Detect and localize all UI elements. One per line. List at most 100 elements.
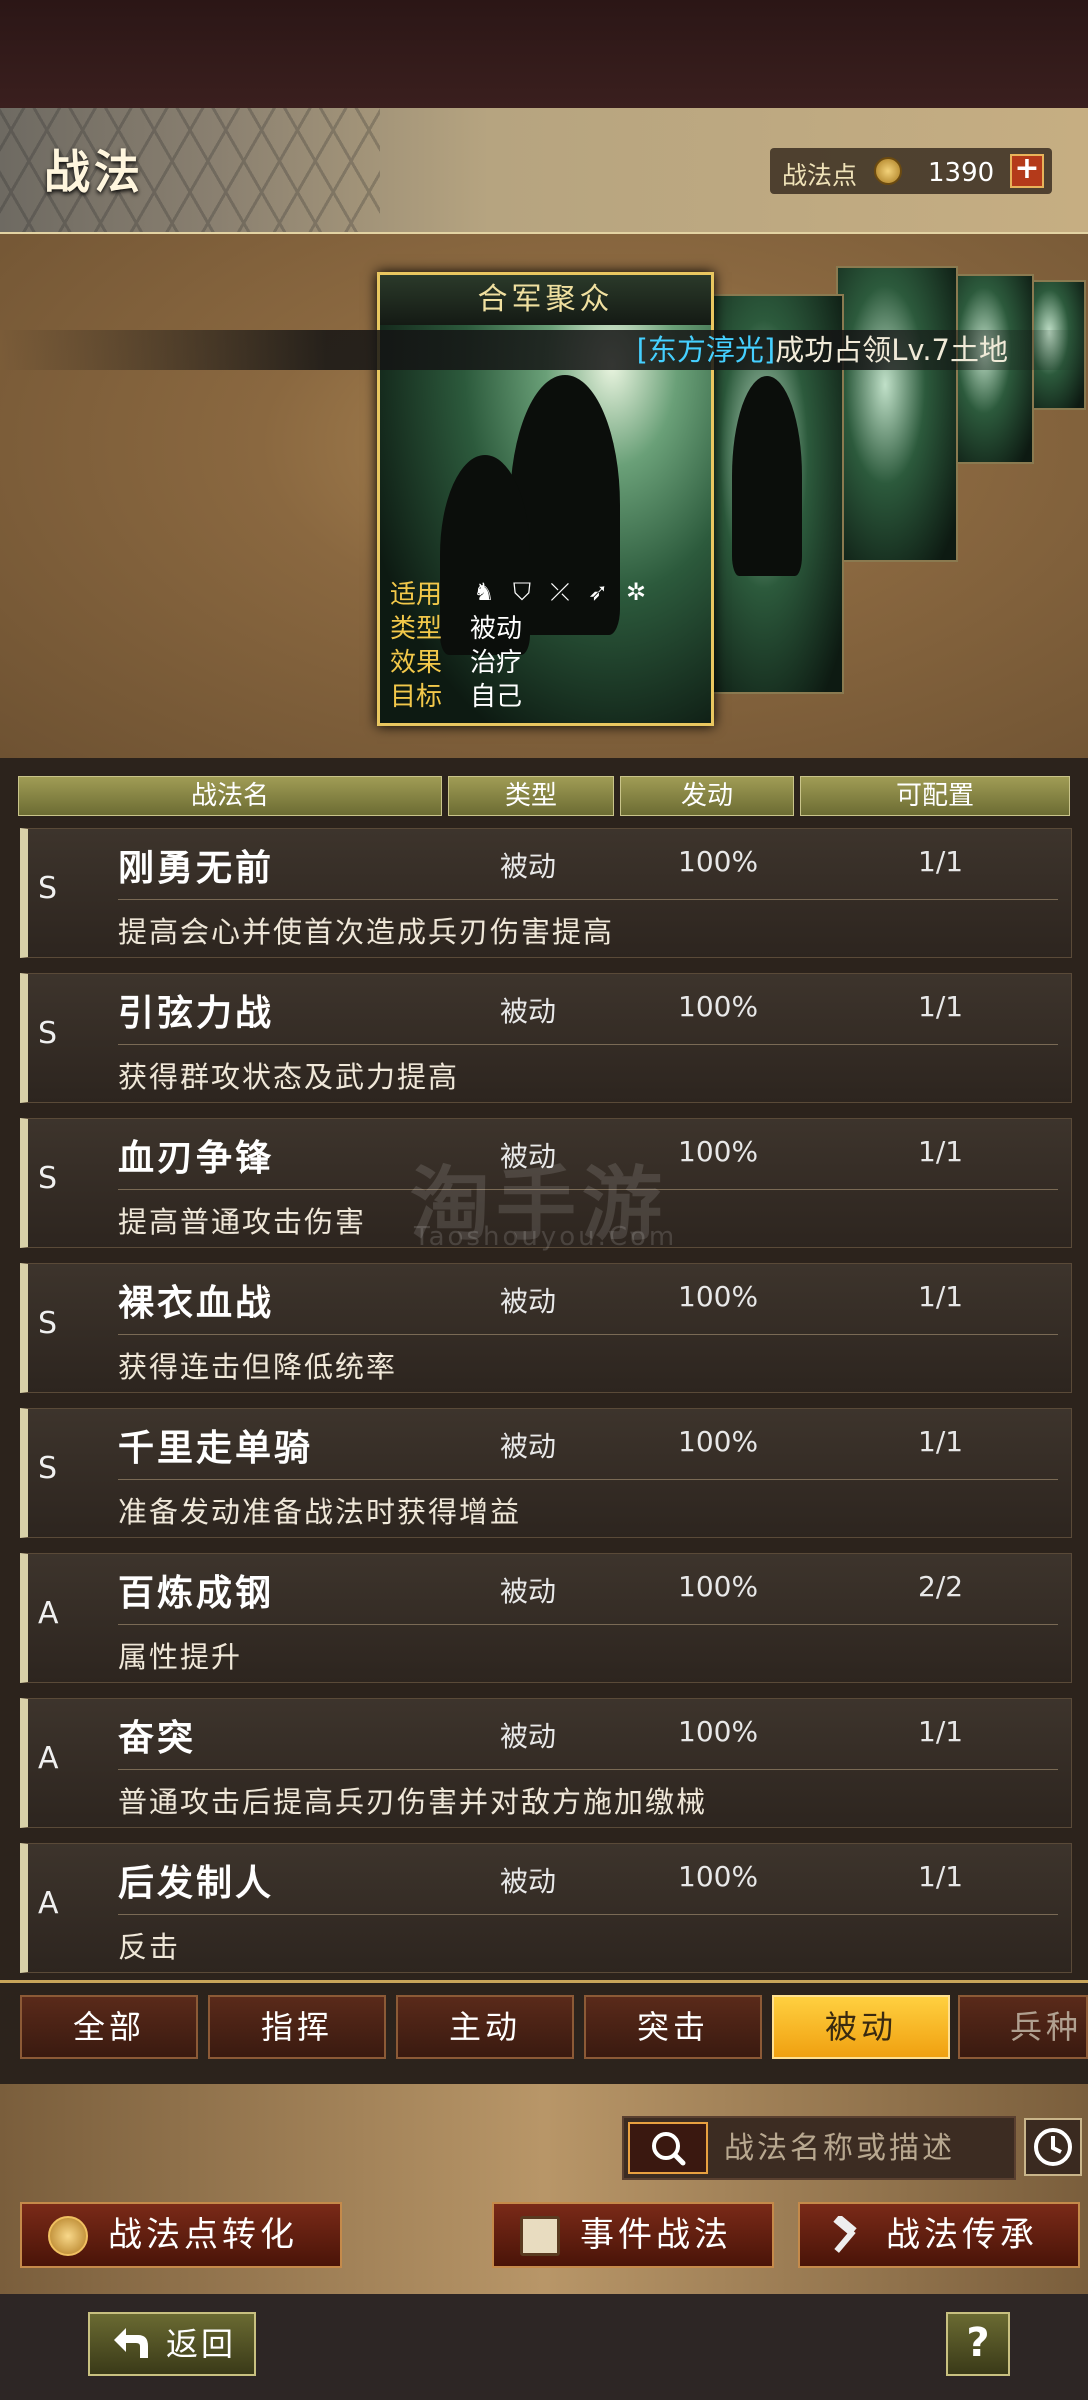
info-row-effect: 效果 治疗 [390, 643, 650, 678]
skill-desc: 提高普通攻击伤害 [118, 1205, 367, 1239]
search-bar [622, 2116, 1016, 2180]
row-divider [118, 1769, 1058, 1770]
skill-rank: A [38, 1596, 59, 1631]
inherit-skill-button[interactable]: 战法传承 [798, 2202, 1080, 2268]
skill-rate: 100% [678, 1280, 759, 1313]
tab-assault[interactable]: 突击 [584, 1995, 762, 2059]
scroll-icon [520, 2216, 560, 2256]
search-button[interactable] [628, 2122, 708, 2174]
skill-row[interactable]: S 千里走单骑 被动 100% 1/1 准备发动准备战法时获得增益 [20, 1408, 1072, 1538]
event-skill-button[interactable]: 事件战法 [492, 2202, 774, 2268]
skill-name: 千里走单骑 [118, 1428, 314, 1469]
tab-active[interactable]: 主动 [396, 1995, 574, 2059]
skill-desc: 反击 [118, 1930, 181, 1964]
skill-rate: 100% [678, 990, 759, 1023]
skill-rank: A [38, 1741, 59, 1776]
skill-row[interactable]: A 奋突 被动 100% 1/1 普通攻击后提高兵刃伤害并对敌方施加缴械 [20, 1698, 1072, 1828]
inherit-skill-label: 战法传承 [886, 2215, 1038, 2255]
skill-type: 被动 [500, 1865, 557, 1898]
banner-text: 成功占领Lv.7土地 [775, 333, 1008, 367]
skill-row[interactable]: S 刚勇无前 被动 100% 1/1 提高会心并使首次造成兵刃伤害提高 [20, 828, 1072, 958]
tab-passive[interactable]: 被动 [772, 1995, 950, 2059]
watermark-url: Taoshouyou.Com [414, 1222, 678, 1252]
info-row-type: 类型 被动 [390, 609, 650, 644]
bottom-controls: 战法点转化 事件战法 战法传承 [0, 2084, 1088, 2294]
info-key: 目标 [390, 681, 443, 712]
column-header-name[interactable]: 战法名 [18, 776, 442, 816]
column-header-rate[interactable]: 发动 [620, 776, 794, 816]
convert-points-button[interactable]: 战法点转化 [20, 2202, 342, 2268]
info-key: 适用 [390, 579, 443, 610]
clock-icon [1034, 2128, 1072, 2166]
skill-type: 被动 [500, 1285, 557, 1318]
column-header-type[interactable]: 类型 [448, 776, 614, 816]
card-info: 适用 ♞ ⛉ ⤫ ➶ ✲ 类型 被动 效果 治疗 目标 自己 [390, 575, 650, 712]
skill-name: 后发制人 [118, 1863, 275, 1904]
skill-count: 1/1 [918, 845, 964, 878]
skill-count: 1/1 [918, 1135, 964, 1168]
row-divider [118, 1044, 1058, 1045]
row-divider [118, 1914, 1058, 1915]
skill-type: 被动 [500, 995, 557, 1028]
header-bar: 战法 战法点 1390 + [0, 108, 1088, 234]
skill-rate: 100% [678, 1135, 759, 1168]
column-header-count[interactable]: 可配置 [800, 776, 1070, 816]
info-key: 效果 [390, 647, 443, 678]
skill-desc: 获得群攻状态及武力提高 [118, 1060, 460, 1094]
skill-name: 引弦力战 [118, 993, 275, 1034]
points-label: 战法点 [782, 161, 858, 190]
skill-rank: S [38, 871, 58, 906]
row-divider [118, 1479, 1058, 1480]
shield-icon: ⛉ [513, 578, 531, 606]
skill-rank: S [38, 1161, 58, 1196]
info-value: 自己 [470, 681, 523, 712]
cavalry-icon: ♞ [473, 578, 495, 606]
skill-rate: 100% [678, 1860, 759, 1893]
skill-count: 2/2 [918, 1570, 964, 1603]
row-divider [118, 1334, 1058, 1335]
info-value: 被动 [470, 613, 523, 644]
skill-showcase: 合军聚众 适用 ♞ ⛉ ⤫ ➶ ✲ 类型 被动 效果 治疗 目标 自己 [东方淳… [0, 234, 1088, 758]
tab-all[interactable]: 全部 [20, 1995, 198, 2059]
skill-type: 被动 [500, 1720, 557, 1753]
tab-troop[interactable]: 兵种 [958, 1995, 1088, 2059]
card-title: 合军聚众 [380, 275, 711, 325]
skill-name: 血刃争锋 [118, 1138, 275, 1179]
info-key: 类型 [390, 613, 443, 644]
skill-name: 百炼成钢 [118, 1573, 275, 1614]
skill-desc: 普通攻击后提高兵刃伤害并对敌方施加缴械 [118, 1785, 708, 1819]
skill-desc: 属性提升 [118, 1640, 243, 1674]
skill-type: 被动 [500, 850, 557, 883]
skill-points-box: 战法点 1390 + [770, 148, 1052, 194]
skill-row[interactable]: S 引弦力战 被动 100% 1/1 获得群攻状态及武力提高 [20, 973, 1072, 1103]
skill-row[interactable]: S 裸衣血战 被动 100% 1/1 获得连击但降低统率 [20, 1263, 1072, 1393]
skill-count: 1/1 [918, 1425, 964, 1458]
coin-icon [48, 2216, 88, 2256]
skill-row[interactable]: A 百炼成钢 被动 100% 2/2 属性提升 [20, 1553, 1072, 1683]
back-arrow-icon [114, 2328, 148, 2358]
spear-icon: ➶ [587, 578, 609, 606]
skill-card-thumb[interactable] [836, 266, 958, 562]
search-input[interactable] [724, 2118, 1014, 2178]
skill-name: 裸衣血战 [118, 1283, 275, 1324]
event-skill-label: 事件战法 [580, 2215, 732, 2255]
skill-rate: 100% [678, 1425, 759, 1458]
help-button[interactable]: ? [946, 2312, 1010, 2376]
row-divider [118, 899, 1058, 900]
skill-desc: 获得连击但降低统率 [118, 1350, 398, 1384]
skill-row[interactable]: A 后发制人 被动 100% 1/1 反击 [20, 1843, 1072, 1973]
back-button[interactable]: 返回 [88, 2312, 256, 2376]
info-value: 治疗 [470, 647, 523, 678]
skill-desc: 提高会心并使首次造成兵刃伤害提高 [118, 915, 615, 949]
info-row-target: 目标 自己 [390, 677, 650, 712]
skill-rate: 100% [678, 1570, 759, 1603]
skill-rank: S [38, 1306, 58, 1341]
skill-count: 1/1 [918, 1280, 964, 1313]
skill-rank: A [38, 1886, 59, 1921]
banner-player: [东方淳光] [636, 333, 776, 367]
history-button[interactable] [1024, 2118, 1082, 2176]
coin-icon [874, 157, 902, 185]
page-title: 战法 [44, 145, 144, 199]
add-points-button[interactable]: + [1010, 154, 1044, 188]
tab-command[interactable]: 指挥 [208, 1995, 386, 2059]
